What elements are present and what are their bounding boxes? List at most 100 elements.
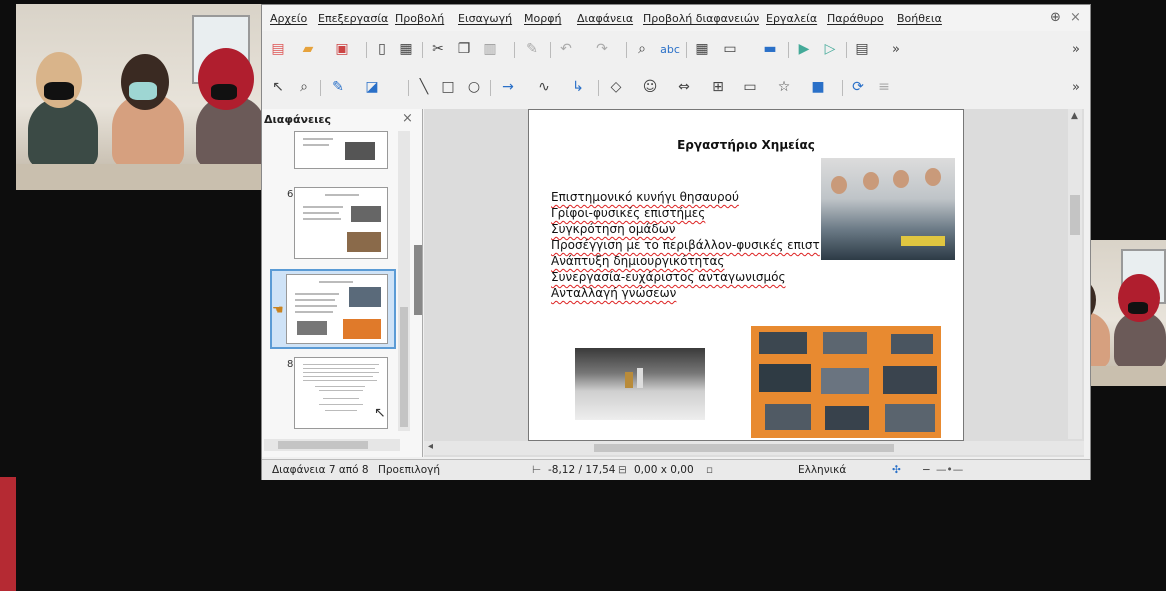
zoom-icon[interactable]: ⌕ [294, 77, 314, 97]
callout-icon[interactable]: ▭ [740, 77, 760, 97]
slide-bullet-5[interactable]: Ανάπτυξη δημιουργικότητας [551, 254, 724, 268]
menu-format[interactable]: Μορφή [524, 12, 561, 25]
cursor-position: -8,12 / 17,54 [548, 464, 616, 476]
start-current-slide-icon[interactable]: ▷ [820, 39, 840, 59]
poster-collage-photo[interactable] [751, 326, 941, 438]
slide-bullet-4[interactable]: Προσέγγιση με το περιβάλλον-φυσικές επισ… [551, 238, 820, 252]
document-modified-icon: ▫ [706, 464, 714, 476]
cursor-hand-icon: ☚ [272, 303, 284, 318]
slides-panel-close-icon[interactable]: × [402, 111, 413, 126]
zoom-out-icon[interactable]: − [922, 464, 931, 476]
line-icon[interactable]: ╲ [414, 77, 434, 97]
connector-icon[interactable]: ↳ [568, 77, 588, 97]
slide-thumbnail-6[interactable] [294, 187, 388, 259]
current-slide[interactable]: Εργαστήριο Χημείας Επιστημονικό κυνήγι θ… [528, 109, 964, 441]
open-icon[interactable]: ▰ [298, 39, 318, 59]
drawing-toolbar: ↖ ⌕ ✎ ◪ ╲ □ ○ → ∿ ↳ ◇ ☺ ⇔ ⊞ ▭ ☆ ■ ⟳ ≡ » [262, 71, 1090, 103]
slide-bullet-7[interactable]: Ανταλλαγή γνώσεων [551, 286, 676, 300]
toolbar-overflow-right-icon[interactable]: » [1066, 39, 1086, 59]
panel-collapse-handle[interactable] [414, 245, 422, 315]
export-pdf-icon[interactable]: ▯ [372, 39, 392, 59]
start-first-slide-icon[interactable]: ▶ [794, 39, 814, 59]
menu-slideshow[interactable]: Προβολή διαφανειών [643, 12, 759, 25]
toolbar-overflow-icon[interactable]: » [886, 39, 906, 59]
select-arrow-icon[interactable]: ↖ [268, 77, 288, 97]
slide-bullet-1[interactable]: Επιστημονικό κυνήγι θησαυρού [551, 190, 739, 204]
mouse-pointer-icon: ↖ [374, 405, 386, 421]
basic-shapes-icon[interactable]: ◇ [606, 77, 626, 97]
scroll-up-icon[interactable]: ▲ [1071, 111, 1078, 121]
globe-icon[interactable]: ⊕ [1050, 10, 1061, 25]
zoom-slider[interactable]: —•— [936, 464, 963, 476]
menu-view[interactable]: Προβολή [395, 12, 444, 25]
side-red-bar [0, 477, 16, 591]
cut-icon[interactable]: ✂ [428, 39, 448, 59]
align-icon[interactable]: ≡ [874, 77, 894, 97]
slide-bullet-3[interactable]: Συγκρότηση ομάδων [551, 222, 676, 236]
menu-bar: Αρχείο Επεξεργασία Προβολή Εισαγωγή Μορφ… [262, 5, 1090, 31]
language-status[interactable]: Ελληνικά [798, 464, 846, 476]
copy-icon[interactable]: ❐ [454, 39, 474, 59]
slides-panel-vertical-scrollbar[interactable] [398, 131, 410, 431]
spelling-icon[interactable]: abc [660, 39, 680, 59]
canvas-horizontal-scrollbar[interactable]: ◂ [424, 441, 1084, 455]
stars-icon[interactable]: ☆ [774, 77, 794, 97]
grid-icon[interactable]: ▦ [692, 39, 712, 59]
slide-layout-name[interactable]: Προεπιλογή [378, 464, 440, 476]
menu-tools[interactable]: Εργαλεία [766, 12, 817, 25]
slide-thumbnail-5[interactable] [294, 131, 388, 169]
line-color-icon[interactable]: ✎ [328, 77, 348, 97]
slides-panel-horizontal-scrollbar[interactable] [264, 439, 400, 451]
close-document-icon[interactable]: × [1070, 10, 1081, 25]
fit-slide-icon[interactable]: ✣ [892, 464, 901, 476]
save-icon[interactable]: ▣ [332, 39, 352, 59]
symbol-shapes-icon[interactable]: ☺ [640, 77, 660, 97]
menu-insert[interactable]: Εισαγωγή [458, 12, 512, 25]
slide-bullet-6[interactable]: Συνεργασία-ευχάριστος ανταγωνισμός [551, 270, 786, 284]
menu-window[interactable]: Παράθυρο [827, 12, 884, 25]
slide-number-6: 6 [287, 189, 294, 200]
display-views-icon[interactable]: ▭ [720, 39, 740, 59]
rectangle-icon[interactable]: □ [438, 77, 458, 97]
position-icon: ⊢ [532, 464, 542, 476]
ellipse-icon[interactable]: ○ [464, 77, 484, 97]
lab-bench-photo[interactable] [575, 348, 705, 420]
slides-panel-title: Διαφάνειες [264, 113, 332, 126]
slide-number-8: 8 [287, 359, 294, 370]
rotate-icon[interactable]: ⟳ [848, 77, 868, 97]
clone-formatting-icon[interactable]: ✎ [522, 39, 542, 59]
menu-edit[interactable]: Επεξεργασία [318, 12, 388, 25]
redo-icon[interactable]: ↷ [592, 39, 612, 59]
impress-window: Αρχείο Επεξεργασία Προβολή Εισαγωγή Μορφ… [261, 4, 1091, 480]
size-icon: ⊟ [618, 464, 627, 476]
fill-color-icon[interactable]: ◪ [362, 77, 382, 97]
students-group-photo[interactable] [821, 158, 955, 260]
3d-objects-icon[interactable]: ■ [808, 77, 828, 97]
slides-panel: Διαφάνειες × 6 7 [262, 109, 423, 457]
menu-help[interactable]: Βοήθεια [897, 12, 942, 25]
undo-icon[interactable]: ↶ [556, 39, 576, 59]
menu-file[interactable]: Αρχείο [270, 12, 307, 25]
paste-icon[interactable]: ▥ [480, 39, 500, 59]
slide-canvas: Εργαστήριο Χημείας Επιστημονικό κυνήγι θ… [424, 109, 1084, 457]
block-arrows-icon[interactable]: ⇔ [674, 77, 694, 97]
menu-slide[interactable]: Διαφάνεια [577, 12, 633, 25]
slide-thumbnail-7-selected[interactable] [270, 269, 396, 349]
flowchart-icon[interactable]: ⊞ [708, 77, 728, 97]
master-slide-icon[interactable]: ▬ [760, 39, 780, 59]
drawing-toolbar-overflow-icon[interactable]: » [1066, 77, 1086, 97]
scroll-left-icon[interactable]: ◂ [428, 441, 433, 452]
table-icon[interactable]: ▤ [852, 39, 872, 59]
find-replace-icon[interactable]: ⌕ [632, 39, 652, 59]
slide-title[interactable]: Εργαστήριο Χημείας [529, 138, 963, 152]
standard-toolbar: ▤ ▰ ▣ ▯ ▦ ✂ ❐ ▥ ✎ ↶ ↷ ⌕ abc ▦ ▭ ▬ ▶ ▷ ▤ … [262, 33, 1090, 65]
slide-counter: Διαφάνεια 7 από 8 [272, 464, 369, 476]
print-icon[interactable]: ▦ [396, 39, 416, 59]
arrow-line-icon[interactable]: → [498, 77, 518, 97]
curve-icon[interactable]: ∿ [534, 77, 554, 97]
canvas-vertical-scrollbar[interactable]: ▲ [1068, 109, 1082, 439]
new-icon[interactable]: ▤ [268, 39, 288, 59]
slide-bullet-2[interactable]: Γρίφοι-φυσικές επιστήμες [551, 206, 705, 220]
object-size: 0,00 x 0,00 [634, 464, 694, 476]
status-bar: Διαφάνεια 7 από 8 Προεπιλογή ⊢ -8,12 / 1… [262, 459, 1090, 480]
